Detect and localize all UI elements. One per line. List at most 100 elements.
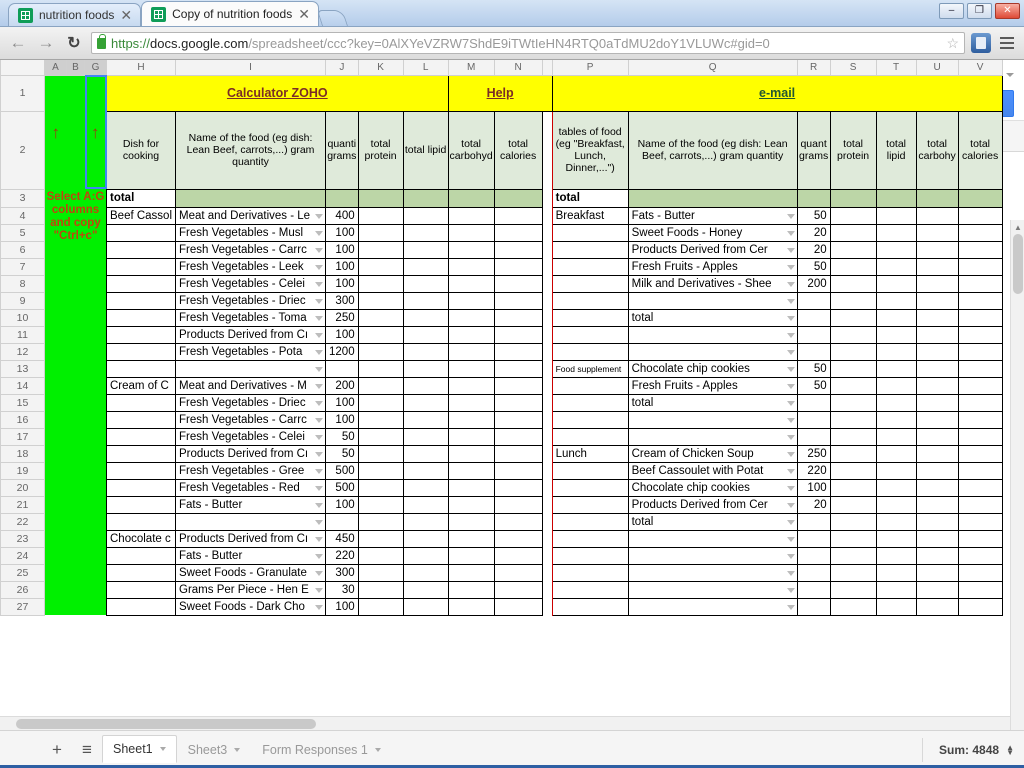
total-cell[interactable] [876,189,916,207]
cell-carbohydrate-right[interactable] [916,377,958,394]
cell-calories-right[interactable] [958,428,1002,445]
cell-meal[interactable] [552,564,628,581]
cell-lipid-left[interactable] [403,462,448,479]
row-header[interactable]: 17 [1,428,45,445]
cell-grams-right[interactable] [797,513,830,530]
chevron-down-icon[interactable] [315,435,323,440]
cell-meal[interactable]: Food supplement [552,360,628,377]
cell-meal[interactable] [552,411,628,428]
cell-lipid-left[interactable] [403,292,448,309]
cell-meal[interactable] [552,292,628,309]
cell-calories-left[interactable] [494,377,542,394]
cell-calories-left[interactable] [494,479,542,496]
add-sheet-button[interactable]: + [42,737,72,763]
cell-dish[interactable] [107,479,176,496]
cell-calories-left[interactable] [494,309,542,326]
column-header-a[interactable]: A [45,60,67,75]
total-cell[interactable] [358,189,403,207]
note-arrow-right[interactable]: ↑ [85,75,107,189]
cell-calories-right[interactable] [958,513,1002,530]
cell-grams-left[interactable]: 100 [326,598,359,615]
chevron-down-icon[interactable] [315,265,323,270]
cell-calories-left[interactable] [494,275,542,292]
cell-grams-right[interactable]: 50 [797,360,830,377]
cell-grams-right[interactable] [797,598,830,615]
cell-protein-left[interactable] [358,564,403,581]
cell-grams-right[interactable] [797,326,830,343]
cell-meal[interactable] [552,343,628,360]
cell-meal[interactable] [552,224,628,241]
cell-protein-right[interactable] [830,377,876,394]
cell-protein-left[interactable] [358,360,403,377]
cell-carbohydrate-right[interactable] [916,564,958,581]
cell-food-left[interactable]: Meat and Derivatives - M [176,377,326,394]
cell-meal[interactable] [552,513,628,530]
column-header-p[interactable]: P [552,60,628,75]
cell-dish[interactable] [107,292,176,309]
cell-carbohydrate-right[interactable] [916,428,958,445]
cell-meal[interactable] [552,258,628,275]
cell-calories-left[interactable] [494,411,542,428]
cell-meal[interactable] [552,275,628,292]
cell-food-left[interactable]: Sweet Foods - Granulate [176,564,326,581]
cell-lipid-right[interactable] [876,343,916,360]
cell-carbohydrate-right[interactable] [916,581,958,598]
cell-dish[interactable] [107,241,176,258]
cell-carbohydrate-right[interactable] [916,360,958,377]
cell-protein-right[interactable] [830,275,876,292]
forward-arrow-icon[interactable]: → [35,32,57,54]
vertical-scrollbar[interactable]: ▲ ▼ [1010,220,1024,768]
cell-carbohydrate-left[interactable] [448,292,494,309]
chevron-down-icon[interactable] [787,265,795,270]
row-header[interactable]: 16 [1,411,45,428]
cell-food-left[interactable]: Fresh Vegetables - Carrc [176,241,326,258]
cell-calories-left[interactable] [494,326,542,343]
cell-lipid-left[interactable] [403,360,448,377]
column-header-v[interactable]: V [958,60,1002,75]
select-all-corner[interactable] [1,60,45,75]
reload-icon[interactable]: ↻ [63,32,85,54]
cell-protein-right[interactable] [830,258,876,275]
cell-meal[interactable] [552,530,628,547]
chevron-down-icon[interactable] [315,333,323,338]
cell-food-left[interactable]: Fresh Vegetables - Tomа [176,309,326,326]
cell-carbohydrate-left[interactable] [448,241,494,258]
row-header[interactable]: 27 [1,598,45,615]
chevron-down-icon[interactable] [375,748,381,752]
cell-food-left[interactable]: Fresh Vegetables - Driec [176,394,326,411]
cell-lipid-left[interactable] [403,496,448,513]
cell-food-right[interactable]: Fresh Fruits - Apples [628,377,797,394]
cell-carbohydrate-left[interactable] [448,377,494,394]
chevron-down-icon[interactable] [315,520,323,525]
chevron-down-icon[interactable] [315,486,323,491]
cell-food-right[interactable] [628,598,797,615]
chevron-down-icon[interactable] [787,401,795,406]
cell-calories-right[interactable] [958,241,1002,258]
cell-food-left[interactable]: Fresh Vegetables - Celei [176,428,326,445]
cell-lipid-right[interactable] [876,428,916,445]
chevron-down-icon[interactable] [315,554,323,559]
cell-food-left[interactable]: Products Derived from Cı [176,530,326,547]
cell-food-right[interactable]: Products Derived from Cer [628,496,797,513]
header-food-name-right[interactable]: Name of the food (eg dish: Lean Beef, ca… [628,111,797,189]
cell-food-right[interactable] [628,581,797,598]
cell-dish[interactable]: Chocolate c [107,530,176,547]
chevron-down-icon[interactable] [315,418,323,423]
cell-protein-right[interactable] [830,598,876,615]
cell-food-right[interactable]: Sweet Foods - Honey [628,224,797,241]
cell-grams-left[interactable]: 500 [326,479,359,496]
cell-grams-left[interactable]: 450 [326,530,359,547]
cell-calories-left[interactable] [494,581,542,598]
header-quantity-right[interactable]: quant grams [797,111,830,189]
cell-calories-left[interactable] [494,241,542,258]
cell-protein-right[interactable] [830,326,876,343]
cell-protein-left[interactable] [358,496,403,513]
cell-protein-right[interactable] [830,462,876,479]
cell-grams-left[interactable]: 300 [326,292,359,309]
cell-food-left[interactable]: Products Derived from Cı [176,445,326,462]
column-header-u[interactable]: U [916,60,958,75]
chevron-down-icon[interactable] [787,299,795,304]
cell-food-right[interactable]: Milk and Derivatives - Shee [628,275,797,292]
cell-carbohydrate-right[interactable] [916,394,958,411]
vertical-scroll-thumb[interactable] [1013,234,1023,294]
